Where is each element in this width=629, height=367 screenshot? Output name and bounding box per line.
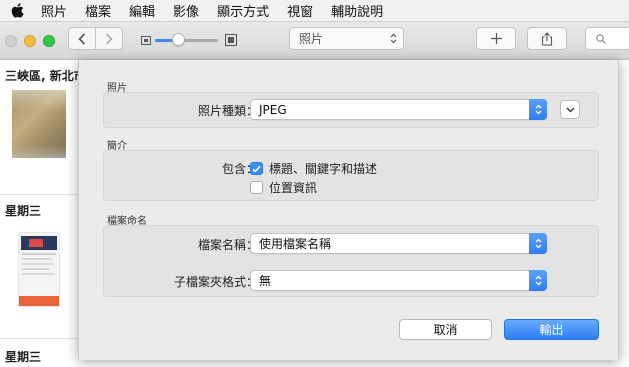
search-field[interactable] xyxy=(585,27,629,50)
updown-arrows-icon xyxy=(390,33,397,44)
subfolder-value: 無 xyxy=(259,274,272,288)
moment-title: 三峽區, 新北市 xyxy=(5,69,86,83)
include-location-label[interactable]: 位置資訊 xyxy=(269,179,317,196)
include-metadata-checkbox[interactable] xyxy=(250,162,263,175)
menu-bar: 照片 檔案 編輯 影像 顯示方式 視窗 輔助說明 xyxy=(0,0,629,22)
moment-title: 星期三 xyxy=(5,204,42,218)
back-button[interactable] xyxy=(68,27,96,50)
apple-menu-icon[interactable] xyxy=(10,3,24,19)
photo-kind-label: 照片種類： xyxy=(197,104,258,118)
updown-arrows-icon xyxy=(529,233,547,254)
share-icon xyxy=(541,31,553,46)
chevron-right-icon xyxy=(105,32,113,45)
naming-section-box: 檔案名稱： 使用檔案名稱 子檔案夾格式： 無 xyxy=(103,225,599,297)
divider xyxy=(0,338,78,339)
share-button[interactable] xyxy=(527,27,567,50)
close-window-button[interactable] xyxy=(5,35,17,47)
checkmark-icon xyxy=(252,165,261,173)
include-location-checkbox[interactable] xyxy=(250,181,263,194)
updown-arrows-icon xyxy=(529,99,547,120)
large-thumbnail-icon xyxy=(225,34,237,46)
disclosure-button[interactable] xyxy=(560,100,580,119)
zoom-slider-knob[interactable] xyxy=(172,33,186,46)
menu-image[interactable]: 影像 xyxy=(173,1,199,20)
plus-icon xyxy=(490,33,502,44)
add-button[interactable] xyxy=(476,27,516,50)
moment-title: 星期三 xyxy=(5,350,42,364)
export-button[interactable]: 輸出 xyxy=(504,319,599,340)
window-toolbar: 照片 xyxy=(0,22,629,60)
filename-label: 檔案名稱： xyxy=(197,238,258,252)
screenshot-thumbnail[interactable] xyxy=(18,232,60,307)
view-selector[interactable]: 照片 xyxy=(289,27,404,50)
forward-button[interactable] xyxy=(95,27,123,50)
cancel-button[interactable]: 取消 xyxy=(399,319,492,340)
small-thumbnail-icon xyxy=(141,36,151,45)
include-metadata-label[interactable]: 標題、關鍵字和描述 xyxy=(269,160,377,177)
fullscreen-window-button[interactable] xyxy=(43,35,55,47)
photo-thumbnail[interactable] xyxy=(12,90,66,158)
subfolder-label: 子檔案夾格式： xyxy=(173,275,258,289)
menu-photos[interactable]: 照片 xyxy=(41,1,67,20)
export-sheet: 照片 照片種類： JPEG 簡介 包含： 標題、關鍵字和描述 位置資訊 檔案命名… xyxy=(78,60,619,360)
minimize-window-button[interactable] xyxy=(24,35,36,47)
chevron-down-icon xyxy=(566,107,574,112)
filename-popup[interactable]: 使用檔案名稱 xyxy=(250,233,547,254)
menu-edit[interactable]: 編輯 xyxy=(129,1,155,20)
photo-kind-value: JPEG xyxy=(259,102,287,117)
menu-file[interactable]: 檔案 xyxy=(85,1,111,20)
filename-value: 使用檔案名稱 xyxy=(259,237,332,251)
view-selector-label: 照片 xyxy=(299,32,324,46)
divider xyxy=(0,194,78,195)
search-icon xyxy=(596,33,606,44)
chevron-left-icon xyxy=(78,32,86,45)
menu-help[interactable]: 輔助說明 xyxy=(331,1,383,20)
info-section-box: 包含： 標題、關鍵字和描述 位置資訊 xyxy=(103,150,599,201)
menu-view[interactable]: 顯示方式 xyxy=(217,1,269,20)
menu-window[interactable]: 視窗 xyxy=(287,1,313,20)
updown-arrows-icon xyxy=(529,270,547,291)
photo-kind-popup[interactable]: JPEG xyxy=(250,99,547,120)
photo-section-box: 照片種類： JPEG xyxy=(103,92,599,128)
subfolder-popup[interactable]: 無 xyxy=(250,270,547,291)
